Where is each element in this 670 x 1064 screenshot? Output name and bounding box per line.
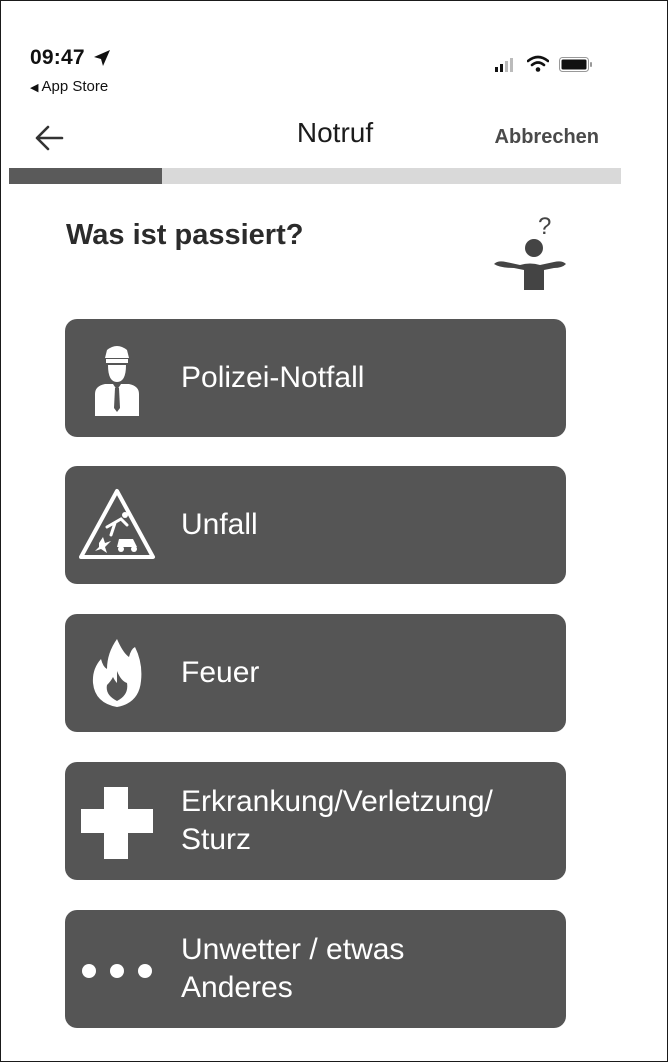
- progress-fill: [9, 168, 162, 184]
- status-time: 09:47: [30, 46, 85, 69]
- status-bar: 09:47 ◀ App Store: [0, 0, 670, 100]
- option-illness-injury-fall[interactable]: Erkrankung/Verletzung/Sturz: [65, 762, 566, 880]
- accident-warning-icon: [79, 489, 155, 559]
- option-label: Polizei-Notfall: [181, 361, 365, 394]
- battery-icon: [559, 57, 592, 72]
- fire-icon: [92, 639, 142, 707]
- progress-bar: [9, 168, 621, 184]
- question-heading: Was ist passiert?: [66, 219, 304, 251]
- more-dots-icon: [82, 964, 152, 978]
- option-weather-other[interactable]: Unwetter / etwas Anderes: [65, 910, 566, 1028]
- back-triangle-icon: ◀: [30, 82, 39, 94]
- option-label: Erkrankung/Verletzung/Sturz: [181, 785, 493, 856]
- option-police-emergency[interactable]: Polizei-Notfall: [65, 319, 566, 437]
- back-to-app-link[interactable]: ◀ App Store: [30, 78, 108, 95]
- back-app-label: App Store: [41, 78, 109, 95]
- option-label: Unwetter / etwas Anderes: [181, 933, 405, 1004]
- option-accident[interactable]: Unfall: [65, 466, 566, 584]
- option-label: Feuer: [181, 656, 260, 689]
- cancel-button[interactable]: Abbrechen: [495, 126, 599, 149]
- svg-text:?: ?: [538, 213, 551, 240]
- option-label: Unfall: [181, 508, 258, 541]
- location-arrow-icon: [94, 50, 110, 66]
- option-fire[interactable]: Feuer: [65, 614, 566, 732]
- police-officer-icon: [95, 346, 139, 416]
- shrug-person-icon: ?: [494, 213, 566, 290]
- medical-cross-icon: [81, 787, 153, 859]
- cellular-signal-icon: [495, 58, 513, 72]
- wifi-icon: [527, 55, 549, 72]
